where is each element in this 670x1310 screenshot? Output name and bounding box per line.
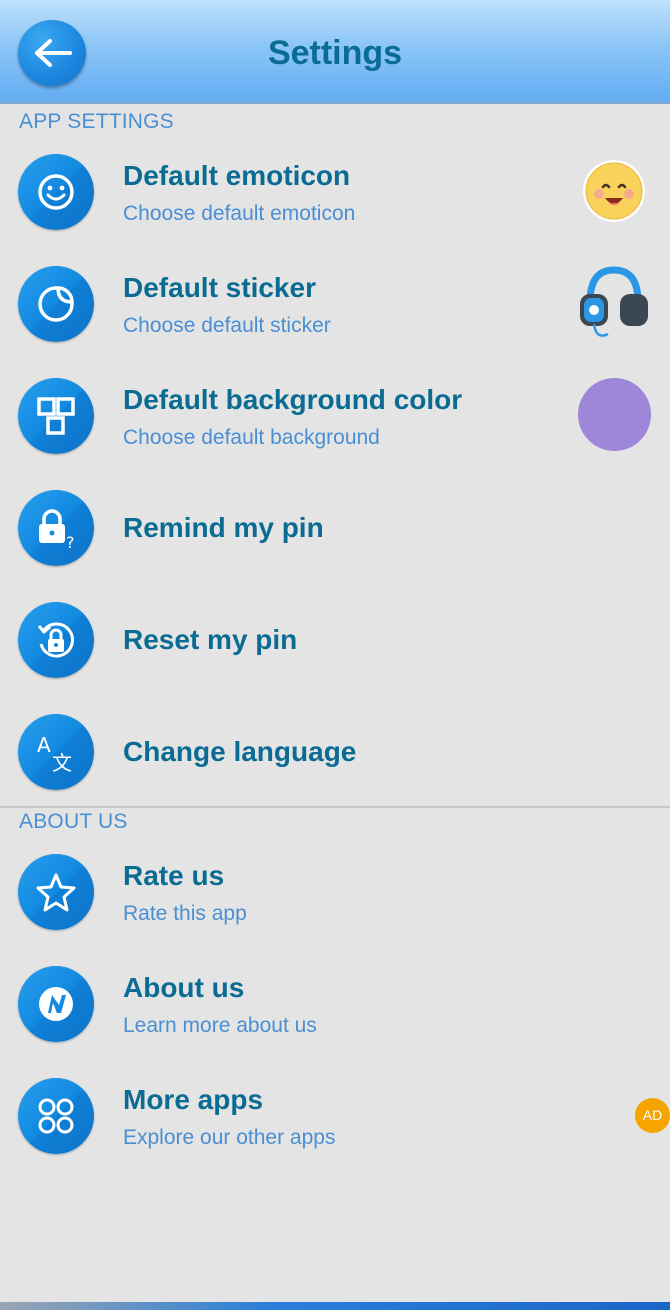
row-icon-circle bbox=[18, 1078, 94, 1154]
row-title: Remind my pin bbox=[123, 512, 324, 543]
row-subtitle: Explore our other apps bbox=[123, 1126, 336, 1149]
row-icon-circle bbox=[18, 266, 94, 342]
row-title: Change language bbox=[123, 736, 357, 767]
row-icon-circle bbox=[18, 378, 94, 454]
svg-text:文: 文 bbox=[52, 751, 72, 772]
lock-reset-icon bbox=[37, 622, 74, 658]
setting-rate-us[interactable]: Rate us Rate this app bbox=[0, 836, 670, 948]
row-title: Rate us bbox=[123, 860, 225, 891]
setting-default-emoticon[interactable]: Default emoticon Choose default emoticon bbox=[0, 136, 670, 248]
row-subtitle: Choose default sticker bbox=[123, 314, 331, 337]
section-divider bbox=[0, 806, 670, 808]
setting-default-background-color[interactable]: Default background color Choose default … bbox=[0, 360, 670, 472]
row-title: More apps bbox=[123, 1084, 264, 1115]
row-subtitle: Rate this app bbox=[123, 902, 247, 925]
background-icon bbox=[37, 397, 75, 435]
background-color-swatch bbox=[578, 378, 651, 451]
emoticon-preview-icon bbox=[583, 160, 645, 222]
svg-text:A: A bbox=[37, 733, 51, 757]
row-title: Reset my pin bbox=[123, 624, 298, 655]
section-header-app-settings: APP SETTINGS bbox=[19, 110, 174, 133]
row-icon-circle bbox=[18, 966, 94, 1042]
row-icon-circle bbox=[18, 854, 94, 930]
setting-about-us[interactable]: About us Learn more about us bbox=[0, 948, 670, 1060]
setting-more-apps[interactable]: More apps Explore our other apps bbox=[0, 1060, 670, 1172]
info-logo-icon bbox=[39, 987, 73, 1021]
ad-badge[interactable]: AD bbox=[635, 1098, 670, 1133]
row-icon-circle bbox=[18, 602, 94, 678]
lock-question-icon: ? bbox=[39, 509, 75, 548]
row-title: Default emoticon bbox=[123, 160, 351, 191]
headphones-sticker-icon bbox=[580, 266, 648, 337]
page-title: Settings bbox=[267, 34, 403, 72]
row-subtitle: Choose default emoticon bbox=[123, 202, 356, 225]
row-icon-circle: A 文 bbox=[18, 714, 94, 790]
setting-change-language[interactable]: A 文 Change language bbox=[0, 696, 670, 808]
sticker-icon bbox=[38, 286, 74, 322]
bottom-bar bbox=[0, 1302, 670, 1310]
grid-icon bbox=[38, 1098, 74, 1134]
row-title: Default sticker bbox=[123, 272, 316, 303]
setting-default-sticker[interactable]: Default sticker Choose default sticker bbox=[0, 248, 670, 360]
row-subtitle: Choose default background bbox=[123, 426, 380, 449]
row-subtitle: Learn more about us bbox=[123, 1014, 317, 1037]
row-icon-circle: ? bbox=[18, 490, 94, 566]
svg-text:?: ? bbox=[66, 533, 75, 548]
row-title: About us bbox=[123, 972, 245, 1003]
section-header-about-us: ABOUT US bbox=[19, 810, 128, 833]
setting-remind-my-pin[interactable]: ? Remind my pin bbox=[0, 472, 670, 584]
row-icon-circle bbox=[18, 154, 94, 230]
app-header: Settings bbox=[0, 0, 670, 104]
smiley-icon bbox=[38, 174, 74, 210]
row-title: Default background color bbox=[123, 384, 463, 415]
setting-reset-my-pin[interactable]: Reset my pin bbox=[0, 584, 670, 696]
translate-icon: A 文 bbox=[37, 733, 72, 772]
star-icon bbox=[36, 873, 76, 912]
